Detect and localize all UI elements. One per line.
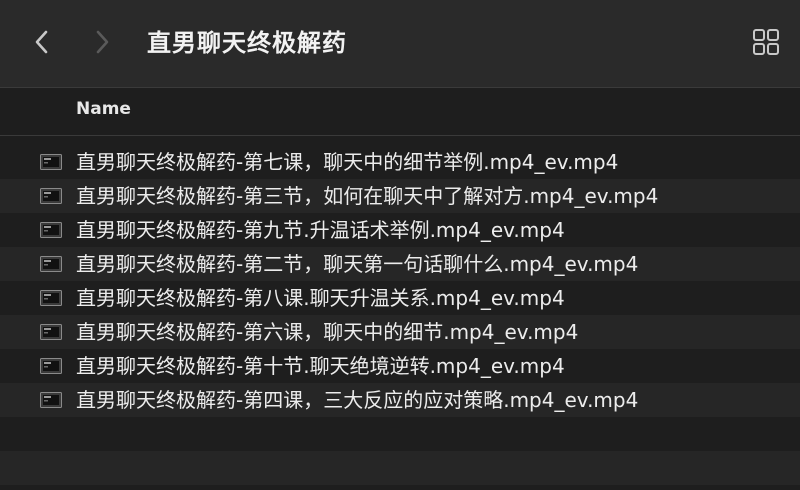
video-file-icon (40, 188, 62, 204)
toolbar: 直男聊天终极解药 (0, 0, 800, 88)
file-row[interactable]: 直男聊天终极解药-第三节，如何在聊天中了解对方.mp4_ev.mp4 (0, 179, 800, 213)
forward-button[interactable] (88, 26, 116, 58)
empty-row (0, 417, 800, 451)
file-row[interactable]: 直男聊天终极解药-第四课，三大反应的应对策略.mp4_ev.mp4 (0, 383, 800, 417)
file-name: 直男聊天终极解药-第九节.升温话术举例.mp4_ev.mp4 (76, 218, 565, 242)
file-name: 直男聊天终极解药-第十节.聊天绝境逆转.mp4_ev.mp4 (76, 354, 565, 378)
video-file-icon (40, 392, 62, 408)
file-row[interactable]: 直男聊天终极解药-第十节.聊天绝境逆转.mp4_ev.mp4 (0, 349, 800, 383)
name-column-header[interactable]: Name (76, 99, 131, 119)
video-file-icon (40, 290, 62, 306)
grid-view-icon (753, 29, 779, 55)
empty-row (0, 451, 800, 485)
file-name: 直男聊天终极解药-第六课，聊天中的细节.mp4_ev.mp4 (76, 320, 579, 344)
chevron-right-icon (96, 30, 109, 54)
video-file-icon (40, 324, 62, 340)
file-list: 直男聊天终极解药-第七课，聊天中的细节举例.mp4_ev.mp4 直男聊天终极解药… (0, 145, 800, 485)
video-file-icon (40, 154, 62, 170)
view-mode-button[interactable] (752, 28, 780, 56)
window-title: 直男聊天终极解药 (147, 29, 347, 57)
file-name: 直男聊天终极解药-第八课.聊天升温关系.mp4_ev.mp4 (76, 286, 565, 310)
file-row[interactable]: 直男聊天终极解药-第六课，聊天中的细节.mp4_ev.mp4 (0, 315, 800, 349)
video-file-icon (40, 358, 62, 374)
back-button[interactable] (28, 26, 56, 58)
file-name: 直男聊天终极解药-第三节，如何在聊天中了解对方.mp4_ev.mp4 (76, 184, 659, 208)
file-name: 直男聊天终极解药-第七课，聊天中的细节举例.mp4_ev.mp4 (76, 150, 619, 174)
chevron-left-icon (35, 30, 48, 54)
file-row[interactable]: 直男聊天终极解药-第二节，聊天第一句话聊什么.mp4_ev.mp4 (0, 247, 800, 281)
file-name: 直男聊天终极解药-第二节，聊天第一句话聊什么.mp4_ev.mp4 (76, 252, 639, 276)
file-row[interactable]: 直男聊天终极解药-第九节.升温话术举例.mp4_ev.mp4 (0, 213, 800, 247)
video-file-icon (40, 256, 62, 272)
file-row[interactable]: 直男聊天终极解药-第七课，聊天中的细节举例.mp4_ev.mp4 (0, 145, 800, 179)
file-name: 直男聊天终极解药-第四课，三大反应的应对策略.mp4_ev.mp4 (76, 388, 639, 412)
file-row[interactable]: 直男聊天终极解药-第八课.聊天升温关系.mp4_ev.mp4 (0, 281, 800, 315)
video-file-icon (40, 222, 62, 238)
column-header: Name (0, 88, 800, 136)
